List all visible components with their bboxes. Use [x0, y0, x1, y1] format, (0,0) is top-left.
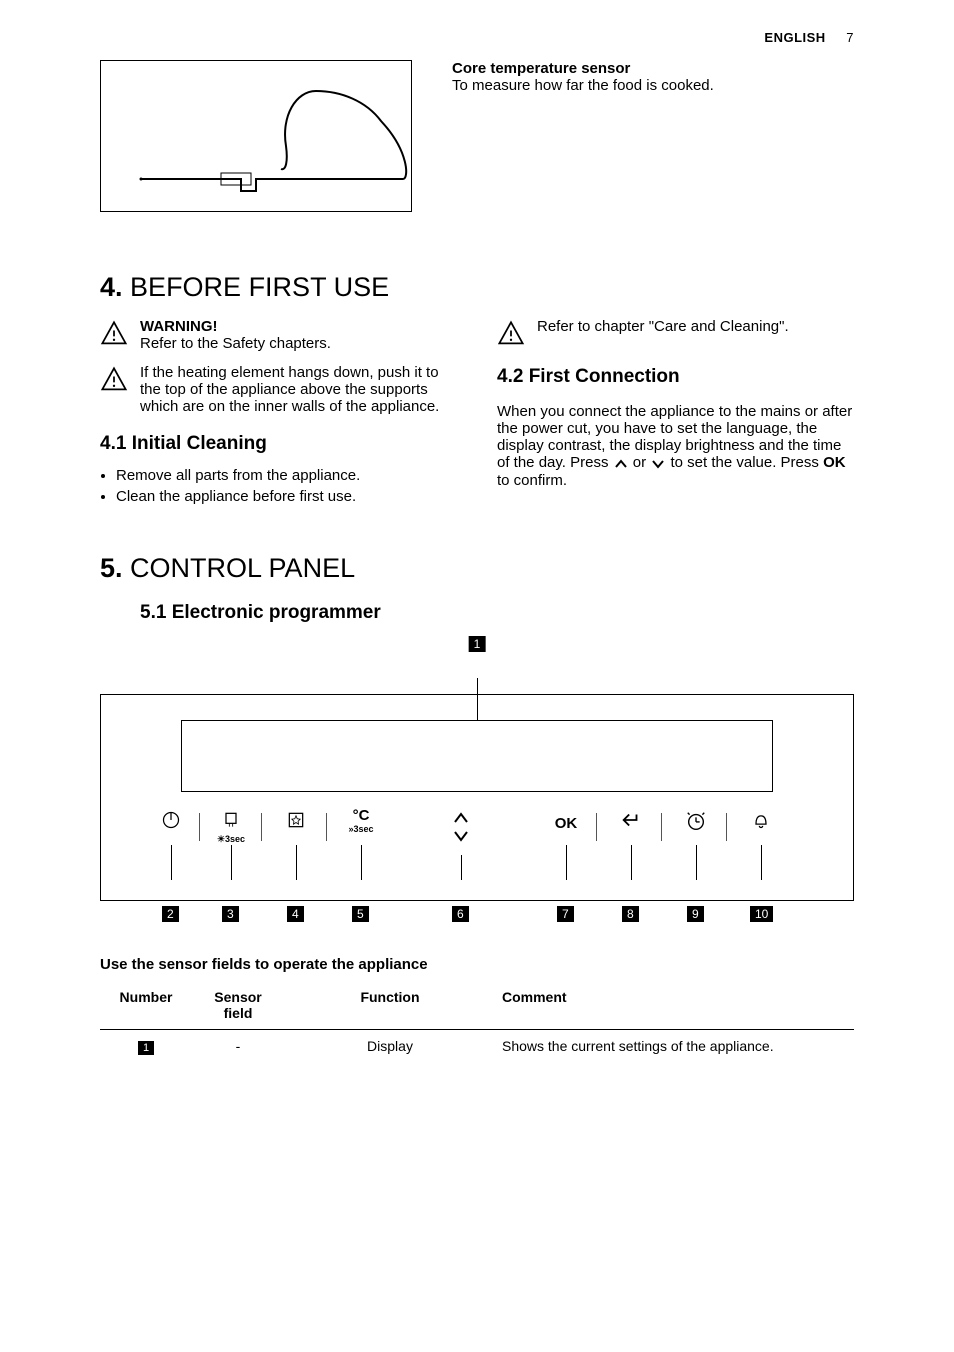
table-row: 1 - Display Shows the current settings o…: [100, 1030, 854, 1063]
back-icon: [606, 810, 656, 834]
warning-block: WARNING! Refer to the Safety chapters.: [100, 318, 457, 352]
temperature-button: °C »3sec: [336, 807, 386, 834]
note-heating-element: If the heating element hangs down, push …: [100, 364, 457, 415]
section-4-2-title: First Connection: [529, 366, 680, 387]
section-4-2-heading: 4.2 First Connection: [497, 366, 854, 388]
accessory-row: Core temperature sensor To measure how f…: [100, 60, 854, 212]
callout-badge-9: 9: [687, 906, 704, 922]
th-comment: Comment: [496, 981, 854, 1030]
caret-down-icon: [650, 455, 666, 472]
body-text-d: to confirm.: [497, 472, 567, 489]
temperature-label: °C: [353, 807, 370, 824]
language-label: ENGLISH: [764, 30, 825, 45]
section-4-heading: 4. BEFORE FIRST USE: [100, 272, 854, 303]
callout-badge-3: 3: [222, 906, 239, 922]
light-sublabel: 3sec: [225, 834, 245, 844]
section-4-2-number: 4.2: [497, 366, 523, 387]
th-function: Function: [284, 981, 496, 1030]
warning-icon: [100, 320, 128, 348]
warning-icon: [497, 320, 525, 348]
callout-badge-5: 5: [352, 906, 369, 922]
list-item: Remove all parts from the appliance.: [116, 467, 457, 484]
callout-badge-10: 10: [750, 906, 773, 922]
callout-badge-8: 8: [622, 906, 639, 922]
section-5-1-heading: 5.1 Electronic programmer: [100, 602, 854, 624]
section-4-1-heading: 4.1 Initial Cleaning: [100, 433, 457, 455]
th-sensor: Sensor field: [192, 981, 284, 1030]
control-panel-diagram: ☀3sec °C »3sec OK: [100, 694, 854, 901]
table-caption: Use the sensor fields to operate the app…: [100, 956, 854, 973]
section-4-title: BEFORE FIRST USE: [130, 272, 389, 302]
section-5-1-title: Electronic programmer: [172, 602, 381, 623]
page-header: ENGLISH 7: [100, 30, 854, 45]
warning-text: Refer to the Safety chapters.: [140, 335, 331, 352]
caret-up-icon: [613, 455, 629, 472]
accessory-desc: To measure how far the food is cooked.: [452, 77, 854, 94]
bell-icon: [736, 810, 786, 834]
cell-comment: Shows the current settings of the applia…: [496, 1030, 854, 1063]
body-text-b: or: [633, 454, 651, 471]
power-icon: [146, 810, 196, 834]
section-5-heading: 5. CONTROL PANEL: [100, 553, 854, 584]
warning-icon: [100, 366, 128, 394]
cell-sensor: -: [192, 1030, 284, 1063]
light-icon: ☀3sec: [206, 810, 256, 845]
list-item: Clean the appliance before first use.: [116, 488, 457, 505]
row-num-badge: 1: [138, 1041, 154, 1055]
warning-label: WARNING!: [140, 318, 218, 335]
accessory-title: Core temperature sensor: [452, 60, 854, 77]
core-temp-sensor-illustration: [100, 60, 412, 212]
ok-button: OK: [541, 815, 591, 832]
clock-icon: [671, 810, 721, 836]
section-4-number: 4.: [100, 272, 123, 302]
body-text-c: to set the value. Press: [670, 454, 823, 471]
section-5-title: CONTROL PANEL: [130, 553, 355, 583]
sensor-field-table: Number Sensor field Function Comment 1 -…: [100, 981, 854, 1062]
page-number: 7: [846, 30, 854, 45]
callout-badge-6: 6: [452, 906, 469, 922]
ok-text: OK: [823, 454, 846, 471]
callout-badge-7: 7: [557, 906, 574, 922]
first-connection-body: When you connect the appliance to the ma…: [497, 403, 854, 489]
section-5-number: 5.: [100, 553, 123, 583]
temperature-sublabel: 3sec: [353, 824, 373, 834]
note-heating-text: If the heating element hangs down, push …: [140, 364, 439, 415]
callout-badge-4: 4: [287, 906, 304, 922]
ok-label: OK: [555, 815, 578, 832]
section-4-1-number: 4.1: [100, 433, 126, 454]
note-care-text: Refer to chapter "Care and Cleaning".: [537, 318, 789, 335]
cell-function: Display: [284, 1030, 496, 1063]
note-care-cleaning: Refer to chapter "Care and Cleaning".: [497, 318, 854, 348]
initial-cleaning-bullets: Remove all parts from the appliance. Cle…: [100, 467, 457, 505]
accessory-text: Core temperature sensor To measure how f…: [452, 60, 854, 212]
callout-badge-2: 2: [162, 906, 179, 922]
section-5-1-number: 5.1: [140, 602, 166, 623]
callout-badge-1: 1: [469, 636, 486, 652]
display-screen: [181, 720, 773, 792]
th-number: Number: [100, 981, 192, 1030]
up-down-icon: [436, 810, 486, 848]
section-4-1-title: Initial Cleaning: [132, 433, 267, 454]
favourite-icon: [271, 810, 321, 834]
